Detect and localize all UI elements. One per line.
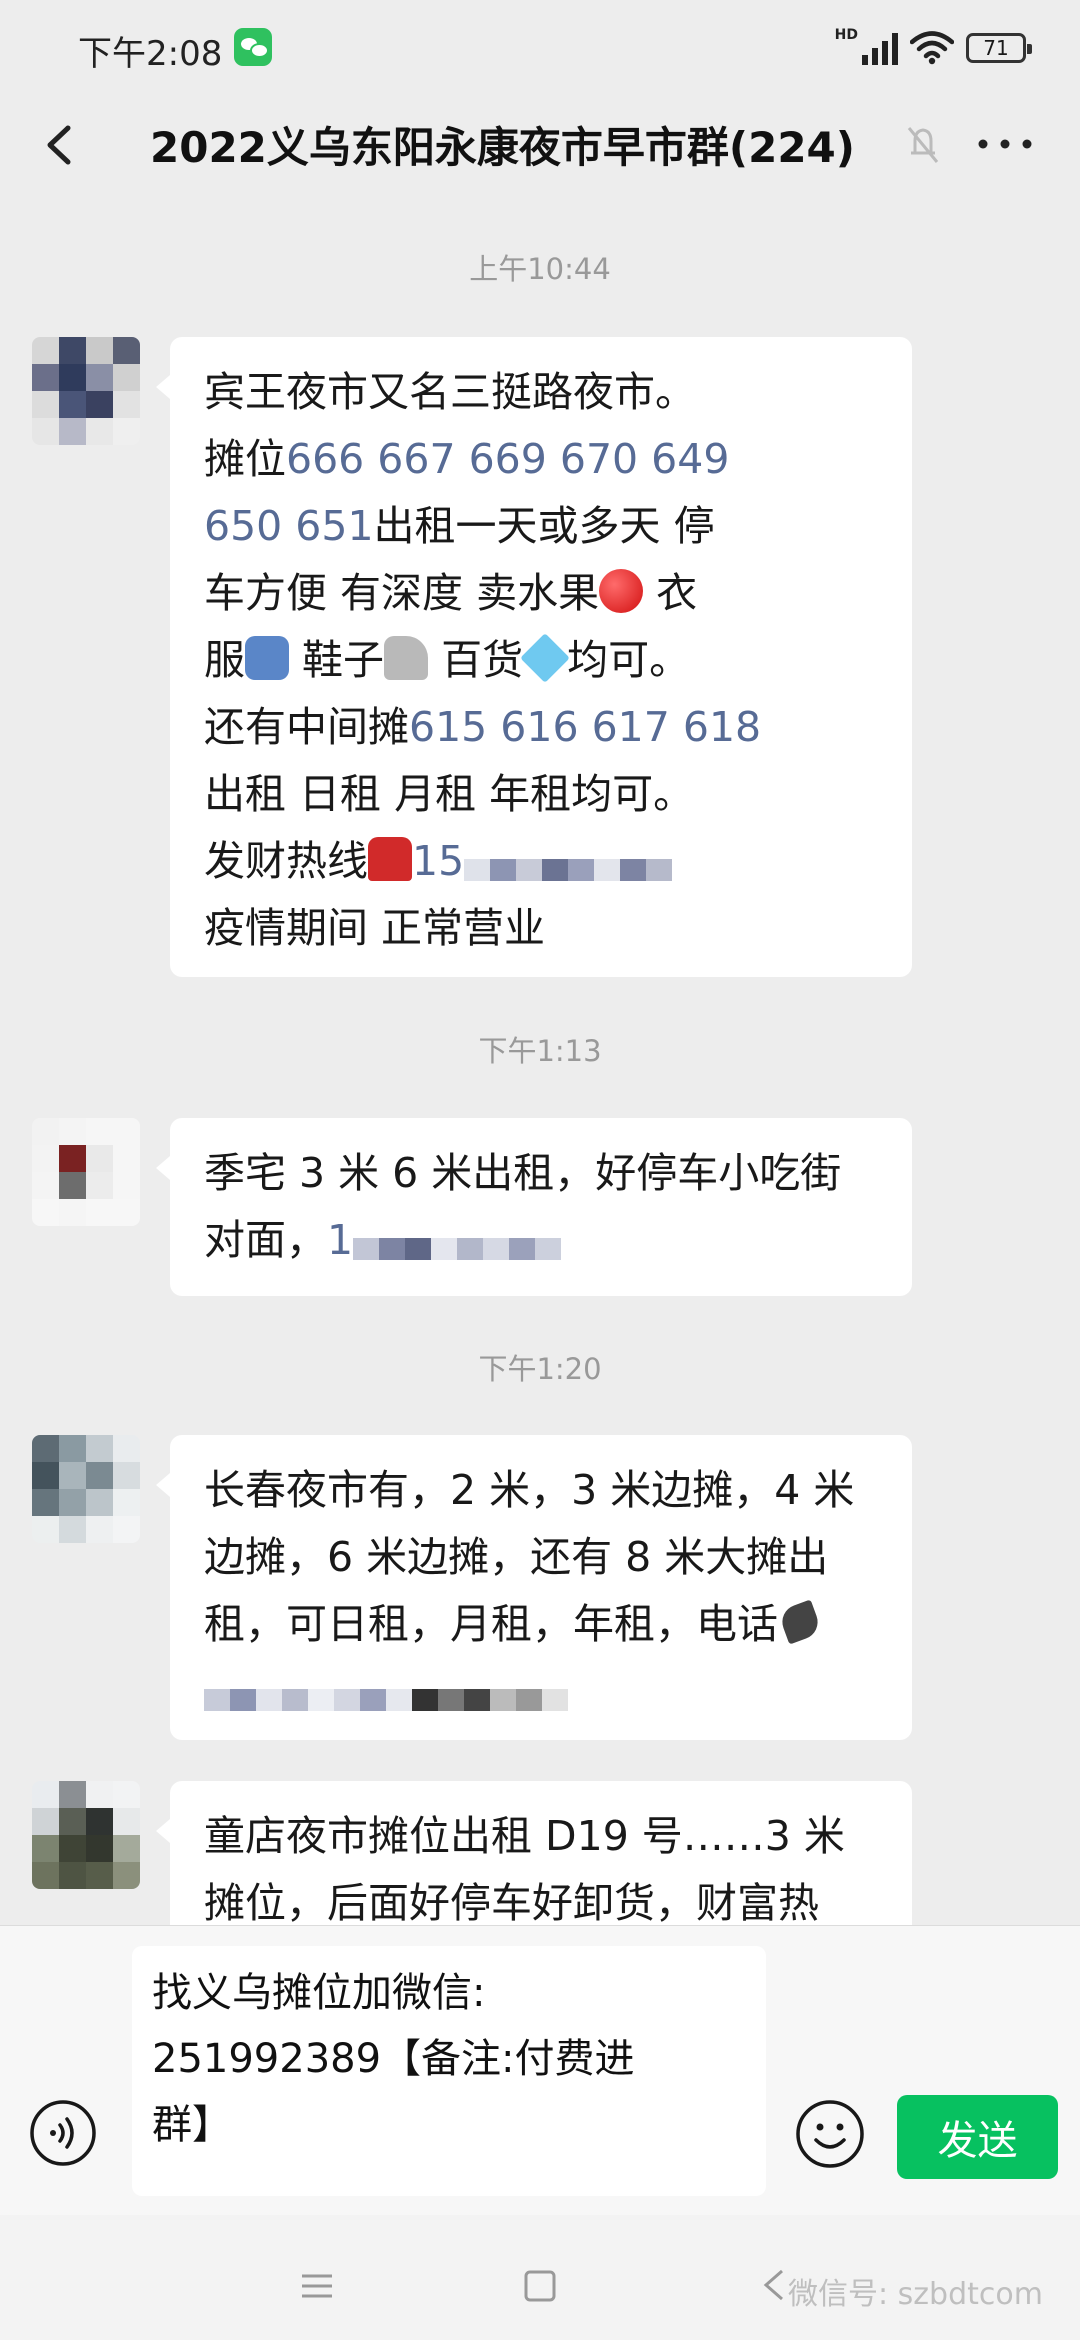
message-line: 出租 日租 月租 年租均可。 bbox=[204, 770, 695, 818]
message-line: 发财热线 15 bbox=[204, 828, 878, 895]
avatar[interactable] bbox=[32, 337, 140, 445]
more-icon[interactable] bbox=[970, 124, 1040, 164]
menu-icon[interactable] bbox=[300, 2271, 334, 2301]
timestamp: 上午10:44 bbox=[469, 252, 611, 286]
message-line: 租，可日租，月租，年租，电话 bbox=[204, 1591, 878, 1658]
message-line: 长春夜市有，2 米，3 米边摊，4 米 bbox=[204, 1466, 855, 1514]
stall-numbers: 650 651 bbox=[204, 502, 374, 550]
message-line: 650 651出租一天或多天 停 bbox=[204, 502, 715, 550]
watermark: 微信号: szbdtcom bbox=[788, 2277, 1043, 2312]
telephone-emoji-icon bbox=[368, 837, 412, 881]
mute-icon bbox=[907, 127, 939, 163]
back-arrow-icon[interactable] bbox=[36, 120, 86, 170]
draft-line: 找义乌摊位加微信: bbox=[152, 1970, 486, 2016]
nav-back-icon[interactable] bbox=[758, 2267, 788, 2303]
shirt-emoji-icon bbox=[245, 636, 289, 680]
status-bar: 下午2:08 HD 71 bbox=[0, 0, 1080, 100]
signal-icon bbox=[862, 31, 898, 65]
message-bubble[interactable]: 长春夜市有，2 米，3 米边摊，4 米 边摊，6 米边摊，还有 8 米大摊出 租… bbox=[156, 1435, 912, 1740]
message-line: 童店夜市摊位出租 D19 号……3 米 bbox=[204, 1812, 845, 1860]
gem-emoji-icon bbox=[520, 633, 570, 683]
blurred-phone-number bbox=[464, 850, 673, 890]
phone-number[interactable]: 1 bbox=[327, 1216, 353, 1264]
draft-line: 251992389【备注:付费进 bbox=[152, 2036, 635, 2082]
chat-header: 2022义乌东阳永康夜市早市群(224) bbox=[0, 100, 1080, 190]
message-bubble[interactable]: 童店夜市摊位出租 D19 号……3 米 摊位，后面好停车好卸货，财富热 bbox=[156, 1781, 912, 1925]
message-line: 宾王夜市又名三挺路夜市。 bbox=[204, 368, 696, 416]
phone-emoji-icon bbox=[777, 1599, 823, 1645]
message-list[interactable]: 上午10:44 宾王夜市又名三挺路夜市。 摊位666 667 669 670 6… bbox=[0, 190, 1080, 1925]
message-line: 疫情期间 正常营业 bbox=[204, 904, 546, 952]
avatar[interactable] bbox=[32, 1435, 140, 1543]
message-line: 车方便 有深度 卖水果 衣 bbox=[204, 569, 698, 617]
message-line bbox=[204, 1658, 878, 1725]
apple-emoji-icon bbox=[599, 569, 644, 613]
avatar[interactable] bbox=[32, 1118, 140, 1226]
message-line: 摊位666 667 669 670 649 bbox=[204, 435, 730, 483]
message-line: 对面，1 bbox=[204, 1207, 878, 1274]
home-icon[interactable] bbox=[524, 2270, 556, 2302]
system-navigation-bar: 微信号: szbdtcom bbox=[0, 2215, 1080, 2340]
message-line: 边摊，6 米边摊，还有 8 米大摊出 bbox=[204, 1533, 829, 1581]
emoji-icon[interactable] bbox=[794, 2098, 866, 2170]
message-bubble[interactable]: 季宅 3 米 6 米出租，好停车小吃街 对面，1 bbox=[156, 1118, 912, 1296]
avatar[interactable] bbox=[32, 1781, 140, 1889]
blurred-phone-number bbox=[353, 1229, 562, 1269]
message-bubble[interactable]: 宾王夜市又名三挺路夜市。 摊位666 667 669 670 649 650 6… bbox=[156, 337, 912, 977]
message-line: 服 鞋子 百货 均可。 bbox=[204, 627, 878, 694]
hd-label: HD bbox=[834, 27, 858, 43]
blurred-phone-number bbox=[204, 1680, 568, 1720]
send-button[interactable]: 发送 bbox=[897, 2095, 1058, 2179]
stall-numbers: 666 667 669 670 649 bbox=[286, 435, 730, 483]
message-input[interactable]: 找义乌摊位加微信: 251992389【备注:付费进 群】 bbox=[132, 1946, 766, 2196]
status-time: 下午2:08 bbox=[78, 34, 223, 74]
wifi-icon bbox=[910, 31, 954, 65]
phone-number[interactable]: 15 bbox=[412, 837, 464, 885]
voice-icon[interactable] bbox=[28, 2098, 98, 2168]
message-line: 摊位，后面好停车好卸货，财富热 bbox=[204, 1879, 819, 1925]
timestamp: 下午1:20 bbox=[478, 1352, 602, 1386]
input-bar: 找义乌摊位加微信: 251992389【备注:付费进 群】 发送 bbox=[0, 1925, 1080, 2216]
battery-icon: 71 bbox=[966, 33, 1032, 63]
stall-numbers: 615 616 617 618 bbox=[409, 703, 762, 751]
status-indicators: HD 71 bbox=[834, 27, 1032, 68]
wechat-icon bbox=[234, 28, 272, 66]
shoe-emoji-icon bbox=[384, 636, 429, 680]
message-line: 还有中间摊615 616 617 618 bbox=[204, 703, 762, 751]
message-line: 季宅 3 米 6 米出租，好停车小吃街 bbox=[204, 1149, 842, 1197]
timestamp: 下午1:13 bbox=[478, 1034, 602, 1068]
draft-line: 群】 bbox=[152, 2102, 232, 2148]
chat-title[interactable]: 2022义乌东阳永康夜市早市群(224) bbox=[150, 114, 855, 175]
